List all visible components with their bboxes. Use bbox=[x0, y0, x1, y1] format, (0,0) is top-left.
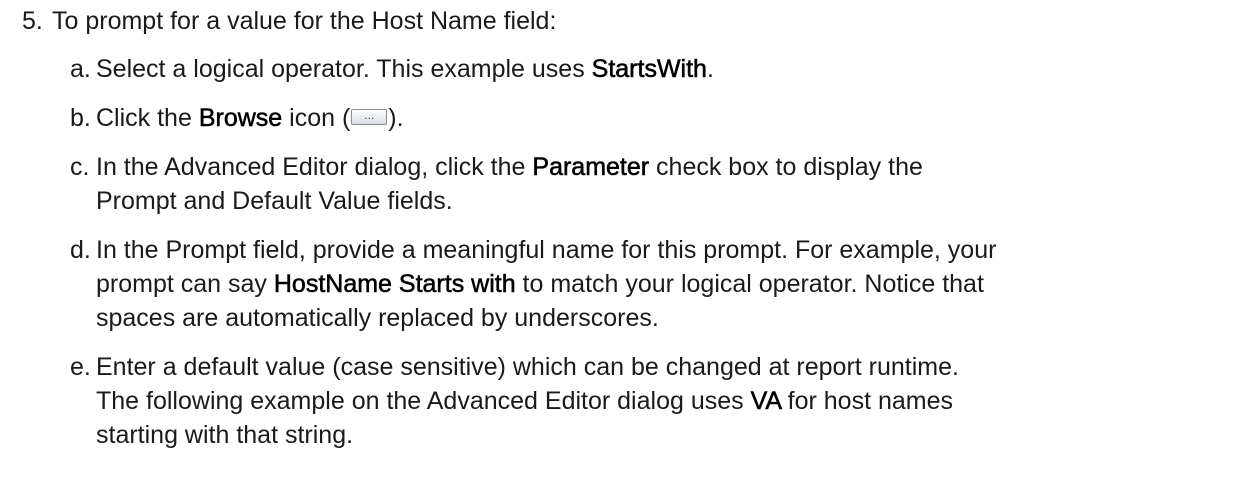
substep-b-end: ). bbox=[388, 104, 404, 132]
substep-letter: e. bbox=[70, 353, 91, 381]
ui-term-va: VA bbox=[750, 387, 781, 416]
browse-button-icon: ... bbox=[351, 108, 388, 125]
substep-c-line2: Prompt and Default Value fields. bbox=[96, 187, 453, 215]
substep-e-line3: starting with that string. bbox=[96, 421, 354, 449]
substep-e: e. Enter a default value (case sensitive… bbox=[70, 350, 1230, 452]
substep-e-line2-start: The following example on the Advanced Ed… bbox=[96, 387, 751, 415]
substep-letter: c. bbox=[70, 153, 90, 181]
step-text: To prompt for a value for the Host Name … bbox=[52, 7, 557, 35]
step-number: 5. bbox=[22, 7, 43, 35]
substep-a: a. Select a logical operator. This examp… bbox=[70, 52, 1230, 86]
substep-d-line2-start: prompt can say bbox=[96, 270, 274, 298]
substep-letter: b. bbox=[70, 104, 91, 132]
substep-c-text: In the Advanced Editor dialog, click the bbox=[96, 153, 533, 181]
substep-c: c. In the Advanced Editor dialog, click … bbox=[70, 150, 1230, 218]
substep-b-text: Click the bbox=[96, 104, 199, 132]
ellipsis-icon: ... bbox=[364, 108, 375, 122]
step-5: 5. To prompt for a value for the Host Nam… bbox=[22, 4, 556, 38]
substep-b-mid: icon ( bbox=[282, 104, 351, 132]
substep-c-rest: check box to display the bbox=[649, 153, 923, 181]
substep-d-line2-end: to match your logical operator. Notice t… bbox=[515, 270, 984, 298]
ui-term-parameter: Parameter bbox=[532, 153, 650, 182]
ui-term-startswith: StartsWith bbox=[591, 55, 707, 84]
substep-d-line1: In the Prompt field, provide a meaningfu… bbox=[96, 236, 997, 264]
substep-letter: d. bbox=[70, 236, 91, 264]
substep-a-end: . bbox=[706, 55, 714, 83]
substep-e-line1: Enter a default value (case sensitive) w… bbox=[96, 353, 959, 381]
substep-b: b. Click the Browse icon (...). bbox=[70, 101, 1230, 135]
substep-a-text: Select a logical operator. This example … bbox=[96, 55, 592, 83]
substep-e-line2-end: for host names bbox=[780, 387, 954, 415]
ui-term-hostname-starts-with: HostName Starts with bbox=[273, 270, 516, 299]
substep-d: d. In the Prompt field, provide a meanin… bbox=[70, 233, 1230, 335]
ui-term-browse: Browse bbox=[198, 104, 283, 133]
substep-d-line3: spaces are automatically replaced by und… bbox=[96, 304, 659, 332]
substep-letter: a. bbox=[70, 55, 91, 83]
